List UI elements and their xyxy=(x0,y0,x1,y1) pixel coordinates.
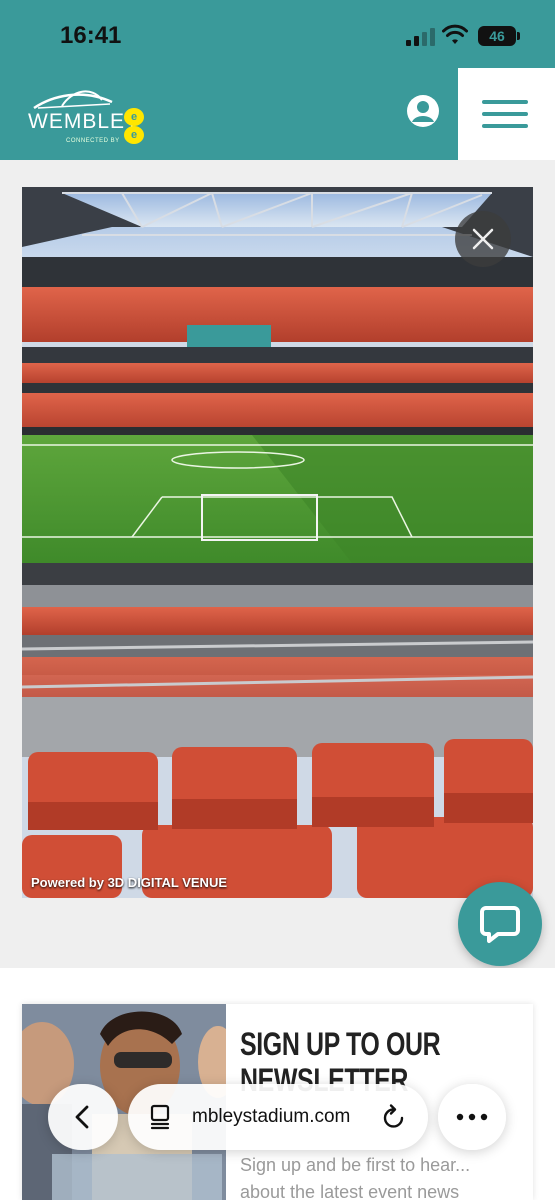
browser-back-button[interactable] xyxy=(48,1084,118,1150)
stadium-scene xyxy=(22,187,533,898)
hamburger-menu-button[interactable] xyxy=(458,68,555,160)
menu-bar-1 xyxy=(482,100,528,104)
account-icon[interactable] xyxy=(406,94,440,128)
chat-bubble-icon xyxy=(480,906,520,943)
ee-dot-bottom: e xyxy=(124,126,144,144)
cellular-signal-icon xyxy=(406,28,436,46)
wembley-logo[interactable]: WEMBLEY CONNECTED BY e e xyxy=(28,82,148,150)
logo-subtitle: CONNECTED BY xyxy=(66,138,120,144)
menu-bar-2 xyxy=(482,112,528,116)
ee-dot-top: e xyxy=(124,108,144,126)
status-bar: 16:41 46 xyxy=(0,0,555,68)
wifi-icon xyxy=(442,24,468,44)
battery-indicator: 46 xyxy=(478,26,520,46)
tabs-icon[interactable] xyxy=(148,1104,174,1130)
menu-bar-3 xyxy=(482,124,528,128)
site-header: WEMBLEY CONNECTED BY e e xyxy=(0,68,555,160)
close-icon[interactable] xyxy=(455,211,511,267)
chevron-left-icon xyxy=(75,1105,89,1129)
newsletter-description: Sign up and be first to hear... about th… xyxy=(240,1155,471,1200)
ee-logo-icon: e e xyxy=(124,108,144,144)
reload-icon[interactable] xyxy=(380,1103,408,1131)
stadium-seat-view[interactable]: Powered by 3D DIGITAL VENUE xyxy=(22,187,533,898)
browser-address-bar[interactable]: mbleystadium.com xyxy=(128,1084,428,1150)
more-icon xyxy=(456,1113,488,1121)
arch-icon xyxy=(33,90,113,110)
status-time: 16:41 xyxy=(60,22,122,49)
browser-more-button[interactable] xyxy=(438,1084,506,1150)
chat-button[interactable] xyxy=(458,882,542,966)
url-text[interactable]: mbleystadium.com xyxy=(192,1106,350,1128)
powered-by-credit: Powered by 3D DIGITAL VENUE xyxy=(31,875,228,890)
